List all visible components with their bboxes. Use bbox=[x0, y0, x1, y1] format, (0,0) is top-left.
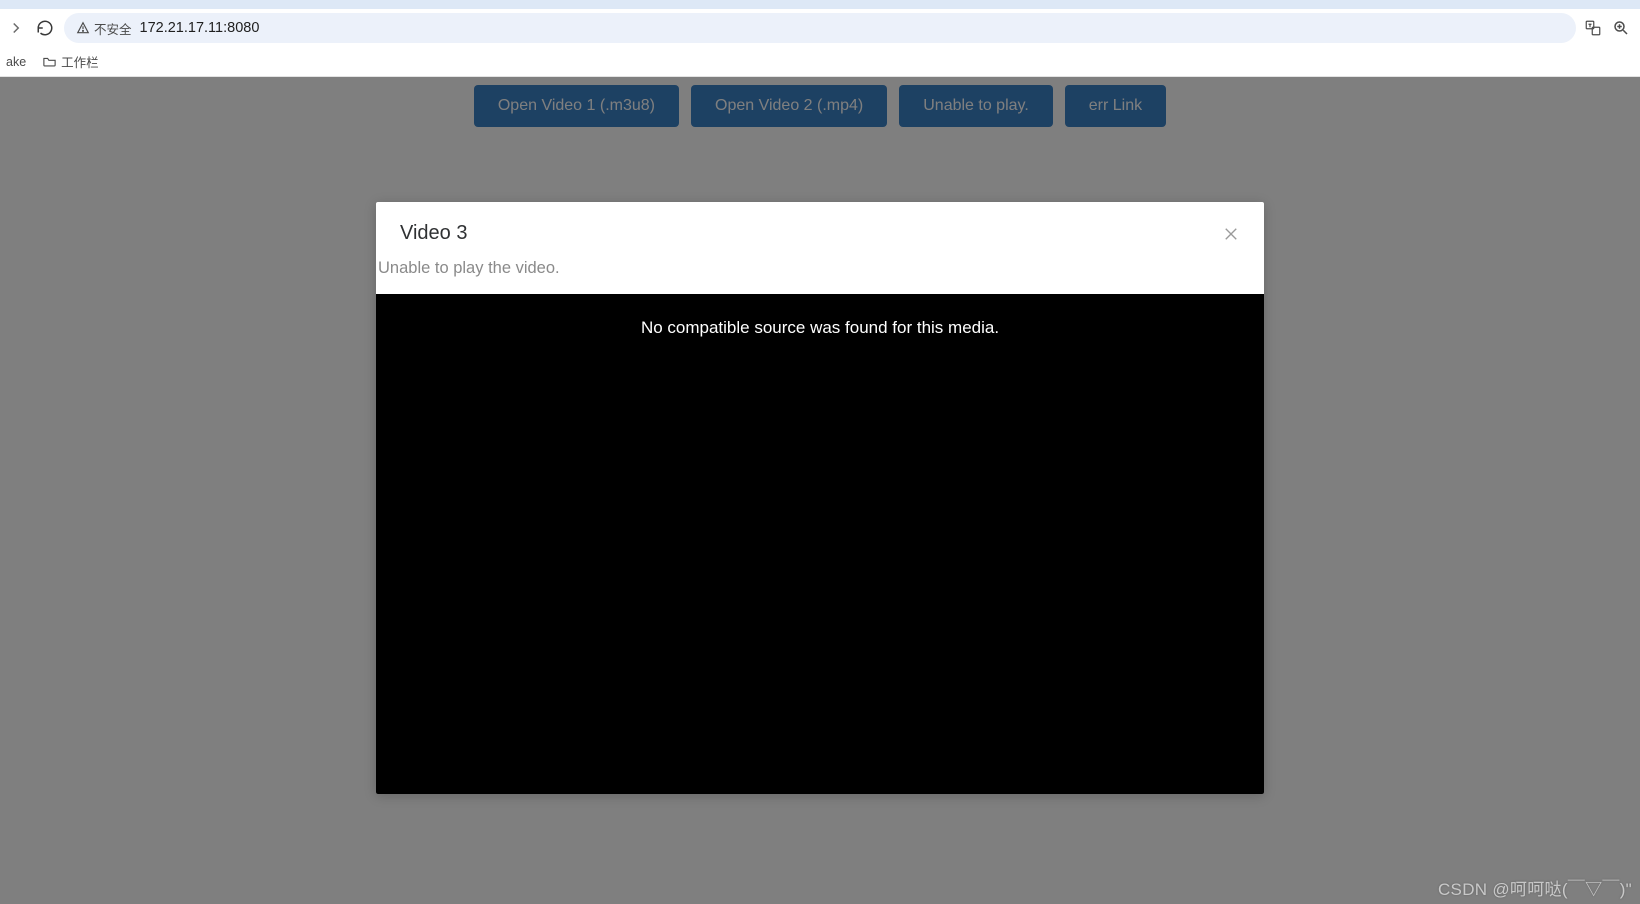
bookmarks-bar: ake 工作栏 bbox=[0, 47, 1640, 77]
page-content: Open Video 1 (.m3u8) Open Video 2 (.mp4)… bbox=[0, 77, 1640, 904]
bookmark-item-1[interactable]: ake bbox=[6, 55, 26, 69]
translate-icon[interactable] bbox=[1584, 19, 1602, 37]
browser-toolbar: 不安全 172.21.17.11:8080 bbox=[0, 9, 1640, 47]
reload-icon[interactable] bbox=[34, 17, 56, 39]
zoom-icon[interactable] bbox=[1612, 19, 1630, 37]
video-player[interactable]: No compatible source was found for this … bbox=[376, 294, 1264, 794]
video-dialog: Video 3 Unable to play the video. No com… bbox=[376, 202, 1264, 794]
url-text: 172.21.17.11:8080 bbox=[140, 20, 260, 36]
video-error-text: No compatible source was found for this … bbox=[376, 318, 1264, 338]
dialog-message: Unable to play the video. bbox=[376, 259, 1264, 294]
insecure-label: 不安全 bbox=[94, 19, 132, 38]
dialog-header: Video 3 bbox=[376, 202, 1264, 259]
dialog-title: Video 3 bbox=[400, 222, 467, 245]
bookmark-label: 工作栏 bbox=[61, 52, 99, 71]
nav-forward-icon[interactable] bbox=[6, 18, 26, 38]
close-icon bbox=[1222, 225, 1240, 243]
warning-icon bbox=[76, 21, 90, 35]
csdn-watermark: CSDN @呵呵哒(￣▽￣)" bbox=[1438, 875, 1632, 900]
toolbar-right-icons bbox=[1584, 19, 1634, 37]
insecure-site-indicator: 不安全 bbox=[76, 19, 132, 38]
address-bar[interactable]: 不安全 172.21.17.11:8080 bbox=[64, 13, 1576, 43]
browser-tab-strip bbox=[0, 0, 1640, 9]
bookmark-label: ake bbox=[6, 55, 26, 69]
bookmark-item-2[interactable]: 工作栏 bbox=[42, 52, 99, 71]
folder-icon bbox=[42, 54, 57, 69]
dialog-close-button[interactable] bbox=[1222, 225, 1240, 243]
